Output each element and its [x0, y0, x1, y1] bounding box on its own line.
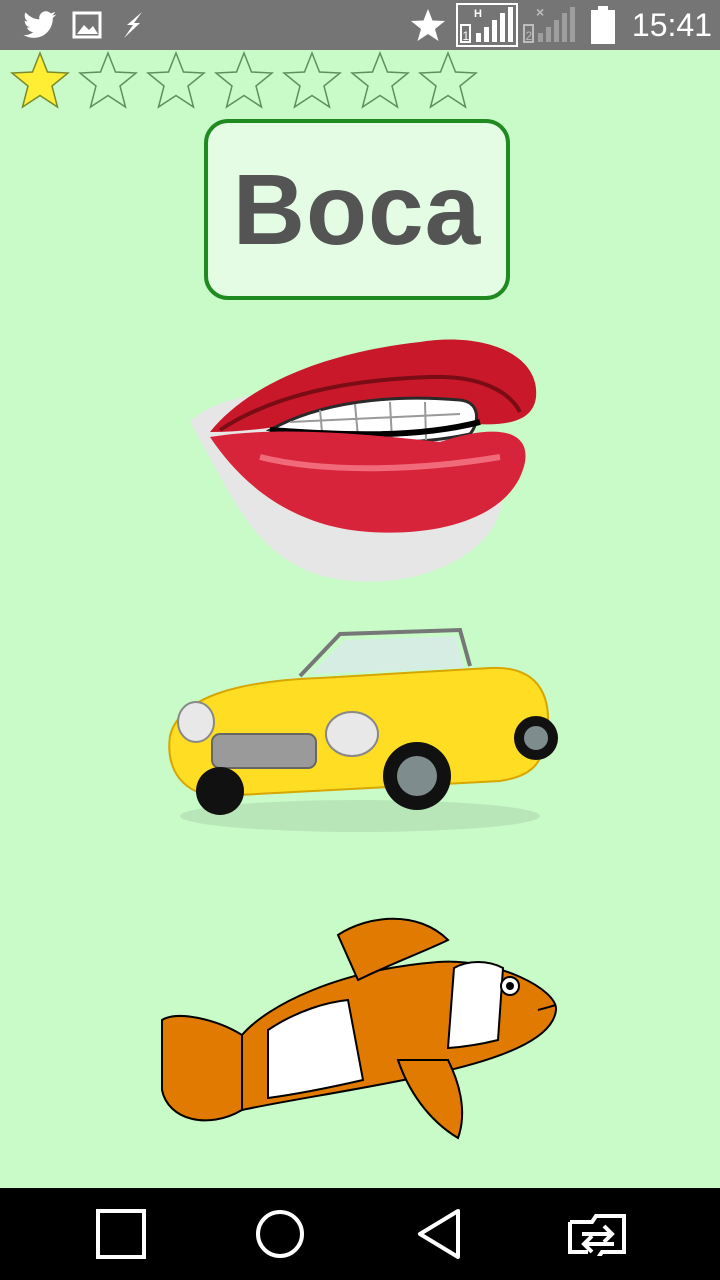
- svg-text:2: 2: [526, 29, 533, 43]
- status-bar: H 1 × 2 15:41: [0, 0, 720, 50]
- home-button[interactable]: [235, 1188, 325, 1280]
- circle-icon: [256, 1210, 304, 1258]
- signal-sim2-icon: × 2: [522, 0, 580, 50]
- clownfish-image: [161, 917, 558, 1140]
- star-empty-icon: [278, 50, 346, 112]
- star-empty-icon: [74, 50, 142, 112]
- car-image: [168, 627, 558, 832]
- status-time: 15:41: [631, 7, 712, 43]
- star-empty-icon: [142, 50, 210, 112]
- option-clownfish[interactable]: [158, 910, 560, 1144]
- nav-bar: [0, 1188, 720, 1280]
- star-empty-icon: [414, 50, 482, 112]
- square-icon: [96, 1209, 146, 1259]
- switch-icon: [568, 1214, 626, 1256]
- word-card[interactable]: Boca: [204, 119, 510, 300]
- star-icon: [408, 0, 448, 50]
- signal-sim1-icon: H 1: [456, 0, 518, 50]
- mouth-image: [190, 339, 537, 582]
- svg-text:1: 1: [463, 29, 470, 43]
- option-car[interactable]: [160, 626, 560, 840]
- twitter-icon: [20, 0, 60, 50]
- star-empty-icon: [346, 50, 414, 112]
- svg-text:×: ×: [536, 4, 544, 20]
- star-filled-icon: [6, 50, 74, 112]
- star-empty-icon: [210, 50, 278, 112]
- battery-icon: [588, 0, 618, 50]
- recents-button[interactable]: [76, 1188, 166, 1280]
- option-mouth[interactable]: [180, 322, 542, 594]
- image-icon: [70, 0, 104, 50]
- svg-text:H: H: [474, 8, 482, 20]
- flash-icon: [116, 0, 150, 50]
- back-button[interactable]: [394, 1188, 484, 1280]
- target-word: Boca: [232, 154, 482, 266]
- switch-button[interactable]: [553, 1188, 643, 1280]
- back-triangle-icon: [418, 1209, 460, 1259]
- progress-stars: [6, 50, 482, 112]
